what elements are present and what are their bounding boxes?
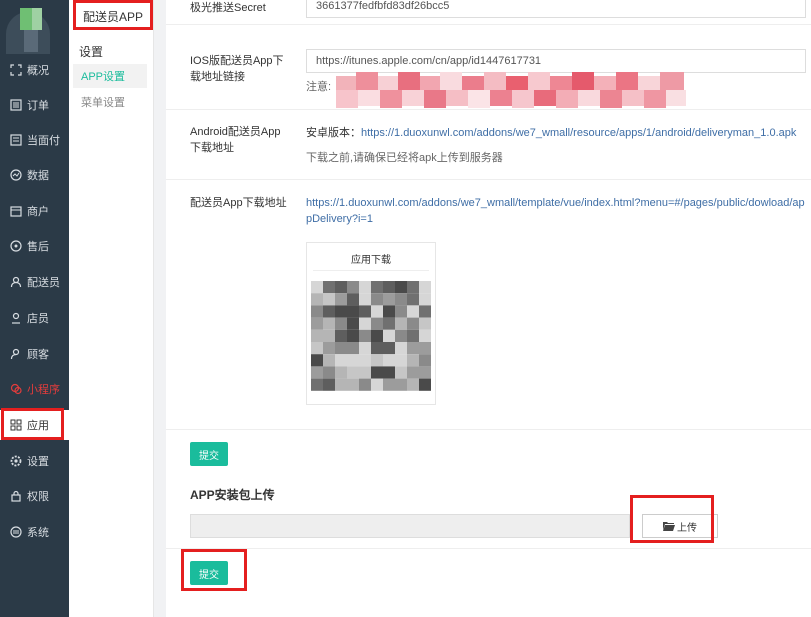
delivery-person-icon: [10, 276, 22, 288]
nav-label: 当面付: [27, 135, 60, 147]
form-row-android: Android配送员App下载地址 安卓版本：https://1.duoxunw…: [166, 109, 811, 180]
field-label: IOS版配送员App下载地址链接: [190, 55, 284, 83]
upload-file-input[interactable]: [190, 514, 630, 538]
nav-label: 顾客: [27, 349, 49, 361]
submenu-title: 配送员APP: [83, 10, 144, 24]
nav-item-face-pay[interactable]: 当面付: [0, 125, 69, 155]
store-icon: [10, 205, 22, 217]
submenu-panel: 配送员APP 设置 APP设置 菜单设置: [69, 0, 154, 617]
upload-section-title: APP安装包上传: [190, 488, 275, 502]
form-row-secret: 极光推送Secret 3661377fedfbfd83df26bcc5: [166, 0, 811, 25]
customer-icon: [10, 348, 22, 360]
content-gutter: [154, 0, 166, 617]
submit-settings-button[interactable]: 提交: [190, 442, 228, 466]
nav-label: 订单: [27, 100, 49, 112]
nav-item-clerk[interactable]: 店员: [0, 303, 69, 333]
upload-button[interactable]: 上传: [642, 514, 718, 538]
qr-title: 应用下载: [351, 255, 391, 266]
form-row-download: 配送员App下载地址 https://1.duoxunwl.com/addons…: [166, 179, 811, 430]
nav-item-delivery-person[interactable]: 配送员: [0, 267, 69, 297]
field-label: Android配送员App下载地址: [190, 126, 281, 154]
nav-item-customer[interactable]: 顾客: [0, 339, 69, 369]
main-sidebar: 概况 订单 当面付 数据 商户 售后 配送员 店员 顾客 小程序 应用 设置 权…: [0, 0, 69, 617]
gear-icon: [10, 455, 22, 467]
nav-item-orders[interactable]: 订单: [0, 90, 69, 120]
overview-icon: [10, 64, 22, 76]
folder-open-icon: [663, 521, 675, 531]
qr-code-image: [311, 281, 431, 391]
android-prefix: 安卓版本：: [306, 127, 361, 139]
redacted-note-area: [336, 72, 686, 108]
avatar[interactable]: [6, 4, 50, 54]
nav-label: 店员: [27, 313, 49, 325]
nav-item-system[interactable]: 系统: [0, 517, 69, 547]
nav-label: 设置: [27, 456, 49, 468]
order-icon: [10, 99, 22, 111]
nav-label: 概况: [27, 65, 49, 77]
submit-upload-button[interactable]: 提交: [190, 561, 228, 585]
wechat-miniprogram-icon: [10, 383, 22, 395]
ios-url-input[interactable]: https://itunes.apple.com/cn/app/id144761…: [306, 49, 806, 73]
data-icon: [10, 169, 22, 181]
nav-label: 应用: [27, 420, 49, 432]
lock-icon: [10, 490, 22, 502]
nav-label: 数据: [27, 170, 49, 182]
submenu-item-app-settings[interactable]: APP设置: [73, 64, 147, 88]
after-sale-icon: [10, 240, 22, 252]
upload-button-label: 上传: [677, 522, 697, 534]
nav-item-apps[interactable]: 应用: [0, 410, 69, 440]
qr-code-card: 应用下载: [306, 242, 436, 405]
android-note: 下载之前,请确保已经将apk上传到服务器: [306, 152, 503, 164]
android-link-line: 安卓版本：https://1.duoxunwl.com/addons/we7_w…: [306, 124, 796, 140]
nav-item-permissions[interactable]: 权限: [0, 481, 69, 511]
nav-item-after-sale[interactable]: 售后: [0, 231, 69, 261]
nav-label: 商户: [27, 206, 49, 218]
nav-item-data[interactable]: 数据: [0, 160, 69, 190]
system-icon: [10, 526, 22, 538]
main-content: 极光推送Secret 3661377fedfbfd83df26bcc5 IOS版…: [166, 0, 811, 617]
secret-input[interactable]: 3661377fedfbfd83df26bcc5: [306, 0, 806, 18]
nav-item-miniprogram[interactable]: 小程序: [0, 374, 69, 404]
nav-item-store[interactable]: 商户: [0, 196, 69, 226]
apps-grid-icon: [10, 419, 22, 431]
nav-label: 权限: [27, 491, 49, 503]
nav-label: 小程序: [27, 384, 60, 396]
download-page-link[interactable]: https://1.duoxunwl.com/addons/we7_wmall/…: [306, 195, 806, 227]
nav-item-settings[interactable]: 设置: [0, 446, 69, 476]
field-label: 极光推送Secret: [190, 2, 266, 14]
nav-item-overview[interactable]: 概况: [0, 55, 69, 85]
ios-note: 注意:: [306, 81, 332, 93]
nav-label: 配送员: [27, 277, 60, 289]
nav-label: 售后: [27, 241, 49, 253]
nav-label: 系统: [27, 527, 49, 539]
face-pay-icon: [10, 134, 22, 146]
android-apk-link[interactable]: https://1.duoxunwl.com/addons/we7_wmall/…: [361, 127, 796, 139]
submenu-item-menu-settings[interactable]: 菜单设置: [73, 90, 147, 114]
field-label: 配送员App下载地址: [190, 197, 287, 209]
clerk-icon: [10, 312, 22, 324]
submenu-group-label: 设置: [79, 45, 104, 59]
